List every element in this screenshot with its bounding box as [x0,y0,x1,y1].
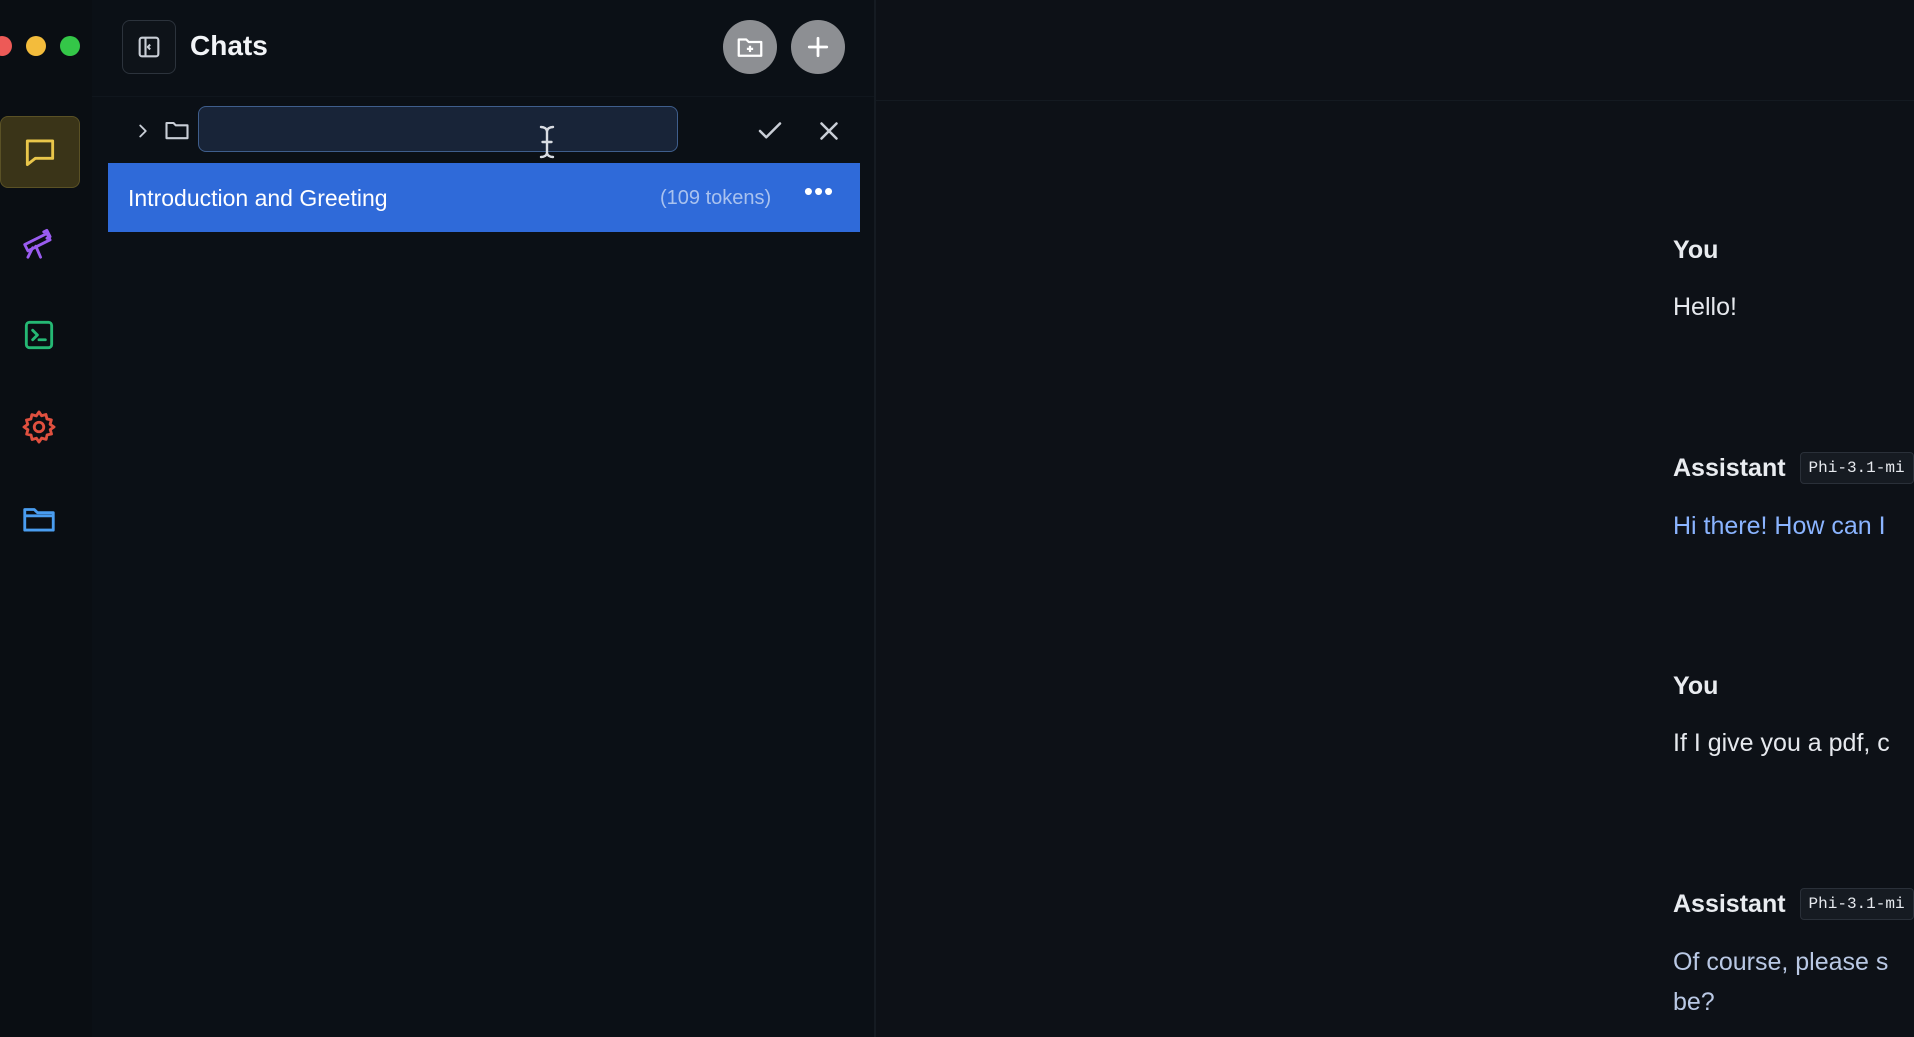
model-badge: Phi-3.1-mi [1799,452,1914,484]
telescope-icon [23,228,52,259]
new-folder-button[interactable] [723,20,777,74]
message-role-label: Assistant [1673,889,1786,918]
text-cursor-icon [539,125,555,159]
chat-item-token-count: (109 tokens) [660,187,772,209]
folder-icon [23,508,55,532]
sidebar-toggle-icon [138,36,160,58]
confirm-icon[interactable] [754,116,786,146]
message-role-label: You [1673,236,1719,264]
chat-item-title: Introduction and Greeting [128,185,388,211]
close-icon[interactable] [814,116,844,146]
left-rail [0,0,92,1037]
window-controls [0,36,80,56]
chats-panel: Chats Introduction and Greeting (109 tok… [92,0,876,1037]
chevron-right-icon[interactable] [132,120,154,142]
message-text: Hello! [1673,293,1737,321]
more-options-icon[interactable]: ••• [802,178,836,211]
message-role: Assistant Phi-3.1-mi [1673,888,1914,920]
message-role-label: Assistant [1673,453,1786,482]
message-role-label: You [1673,672,1719,700]
folder-name-input[interactable] [198,106,678,152]
app-window: Chats Introduction and Greeting (109 tok… [0,0,1914,1037]
gear-icon [22,410,56,444]
chat-bubble-icon [25,139,55,167]
conversation-topbar [876,0,1914,101]
plus-icon [807,36,829,58]
sidebar-toggle-button[interactable] [122,20,176,74]
page-title: Chats [190,30,268,61]
message-assistant: Assistant Phi-3.1-mi Hi there! How can I [1673,452,1914,546]
message-text-line: Of course, please s [1673,948,1889,976]
message-assistant: Assistant Phi-3.1-mi Of course, please s… [1673,888,1914,1022]
rail-chats-button[interactable] [0,116,80,188]
folder-icon [165,121,189,140]
new-chat-button[interactable] [791,20,845,74]
message-user: You If I give you a pdf, c [1673,672,1914,763]
conversation-area: You Hello! Assistant Phi-3.1-mi Hi there… [876,0,1914,1037]
rail-files-button[interactable] [0,484,78,554]
message-text: Of course, please s be? [1673,942,1914,1022]
minimize-window-button[interactable] [26,36,46,56]
terminal-icon [24,320,54,350]
rail-terminal-button[interactable] [0,300,78,370]
message-role: Assistant Phi-3.1-mi [1673,452,1914,484]
close-window-button[interactable] [0,36,12,56]
message-role: You [1673,236,1914,265]
message-text: If I give you a pdf, c [1673,729,1890,757]
rail-discover-button[interactable] [0,208,78,278]
model-badge: Phi-3.1-mi [1799,888,1914,920]
maximize-window-button[interactable] [60,36,80,56]
new-folder-row [92,104,874,160]
message-role: You [1673,672,1914,701]
message-user: You Hello! [1673,236,1914,327]
new-folder-icon [737,38,763,57]
chats-panel-header: Chats [92,0,874,97]
chat-list-item[interactable]: Introduction and Greeting (109 tokens) •… [108,163,860,232]
message-text-line: be? [1673,988,1715,1016]
rail-settings-button[interactable] [0,392,78,462]
message-text: Hi there! How can I [1673,512,1886,540]
